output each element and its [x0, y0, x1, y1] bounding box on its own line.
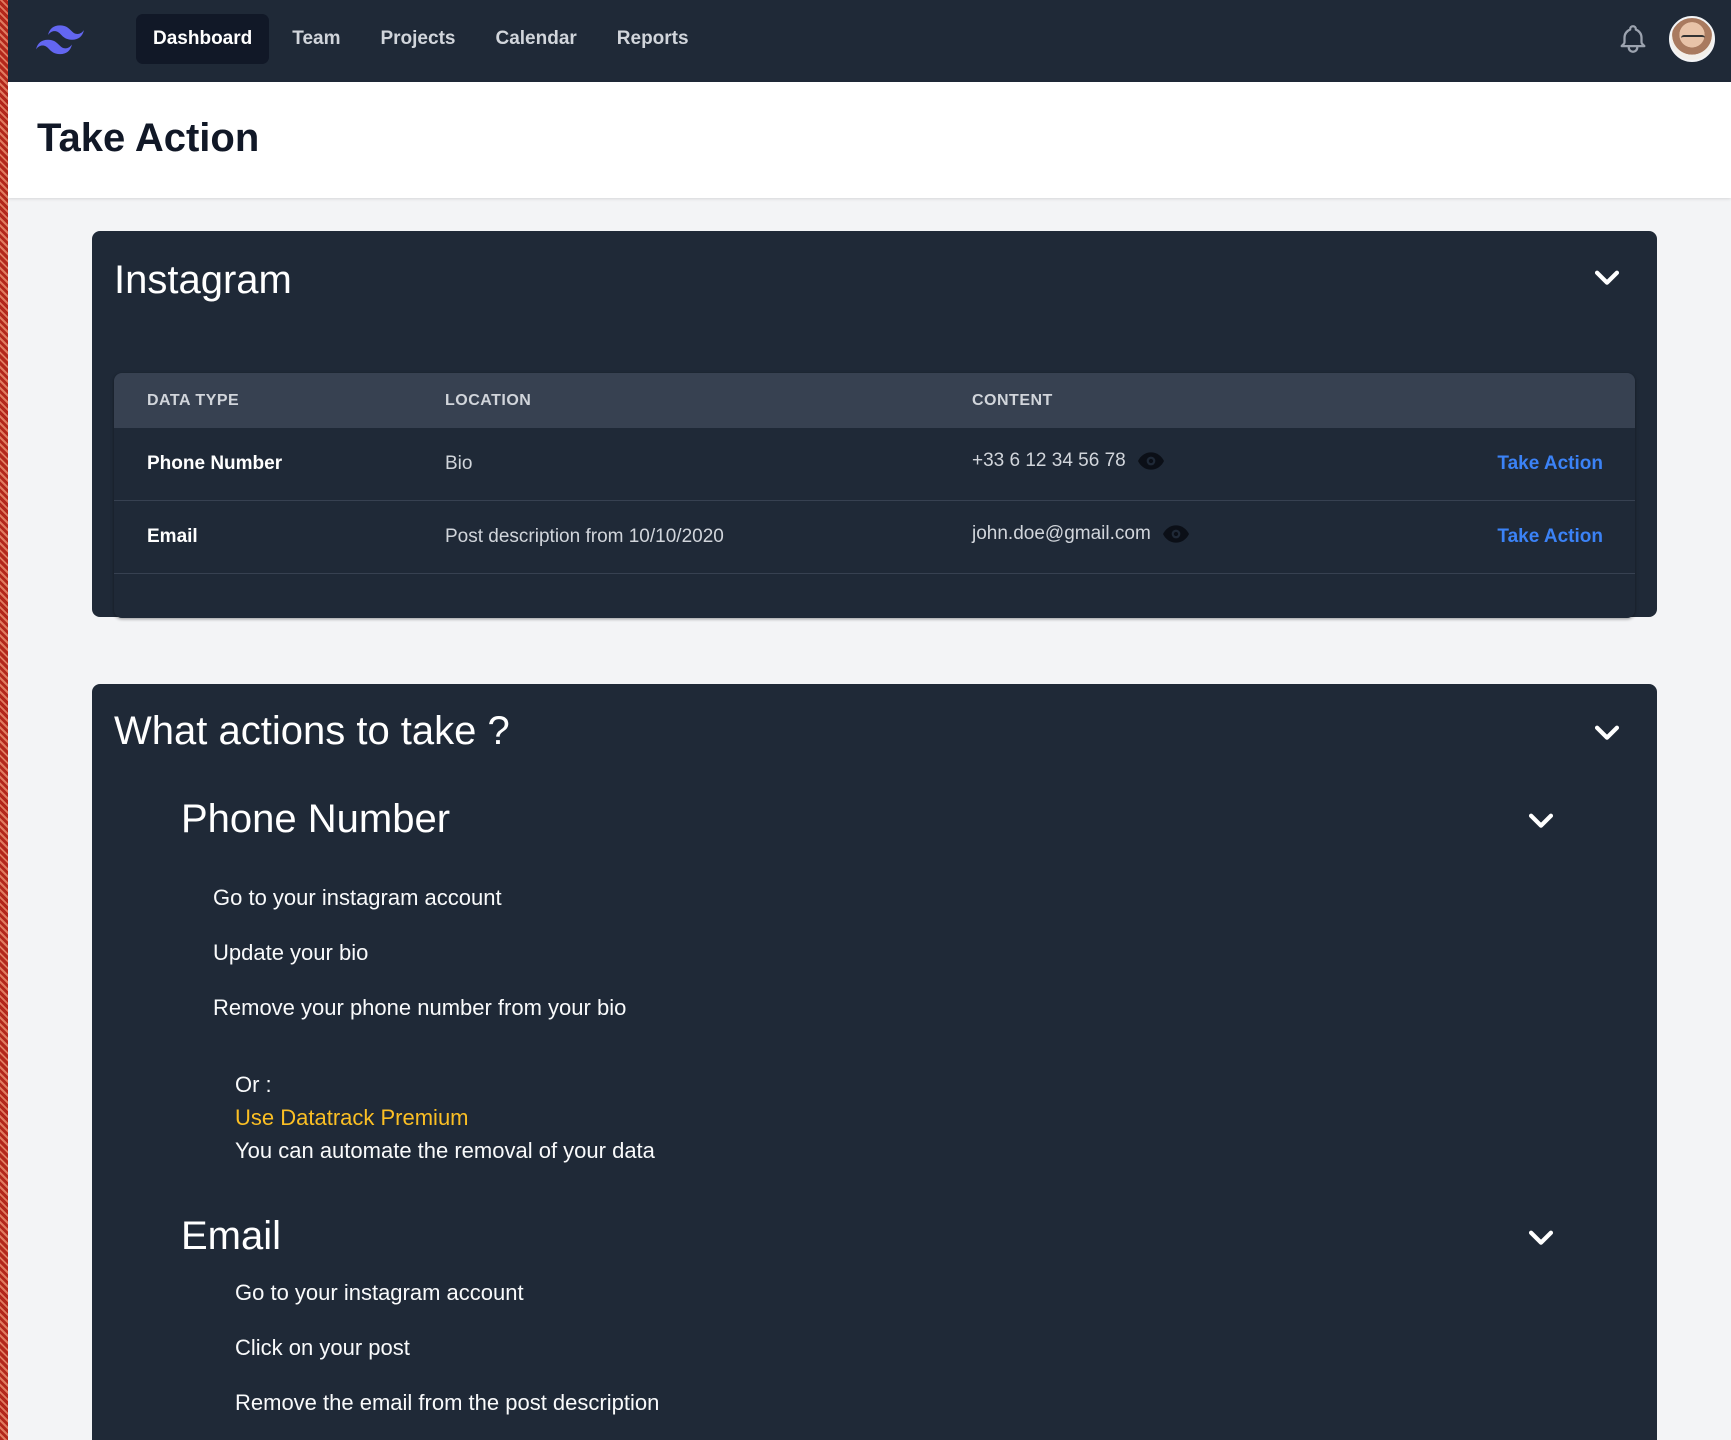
window-edge-strip: [0, 0, 8, 1440]
nav-links: Dashboard Team Projects Calendar Reports: [136, 14, 706, 64]
table-row: Email Post description from 10/10/2020 j…: [114, 501, 1635, 574]
cell-data-type: Email: [147, 526, 198, 547]
cell-content: john.doe@gmail.com: [972, 523, 1189, 545]
or-label: Or :: [235, 1072, 272, 1097]
chevron-down-icon[interactable]: [1524, 803, 1558, 837]
column-header-data-type: DATA TYPE: [147, 392, 240, 409]
actions-card-title: What actions to take ?: [114, 709, 510, 753]
actions-card: What actions to take ? Phone Number Go t…: [92, 684, 1657, 1440]
cell-content-value: +33 6 12 34 56 78: [972, 450, 1126, 471]
cell-content-value: john.doe@gmail.com: [972, 523, 1151, 544]
cell-location: Bio: [445, 453, 473, 474]
premium-description: You can automate the removal of your dat…: [235, 1138, 655, 1163]
page: Dashboard Team Projects Calendar Reports…: [0, 0, 1731, 1440]
nav-link-calendar[interactable]: Calendar: [478, 14, 593, 64]
nav-link-projects[interactable]: Projects: [363, 14, 472, 64]
page-header: Take Action: [8, 82, 1731, 198]
cell-content: +33 6 12 34 56 78: [972, 450, 1164, 472]
user-avatar[interactable]: [1669, 16, 1715, 62]
column-header-location: LOCATION: [445, 392, 532, 409]
section-title-email: Email: [181, 1214, 282, 1258]
chevron-down-icon[interactable]: [1590, 715, 1624, 749]
top-navbar: Dashboard Team Projects Calendar Reports: [8, 0, 1731, 82]
nav-link-reports[interactable]: Reports: [600, 14, 706, 64]
datatrack-premium-link[interactable]: Use Datatrack Premium: [235, 1105, 469, 1131]
cell-data-type: Phone Number: [147, 453, 283, 474]
step-item: Go to your instagram account: [235, 1280, 524, 1305]
section-title-phone-number: Phone Number: [181, 797, 451, 841]
step-item: Click on your post: [235, 1335, 410, 1360]
table-header: DATA TYPE LOCATION CONTENT: [114, 373, 1635, 428]
take-action-link[interactable]: Take Action: [1497, 526, 1603, 548]
cell-location: Post description from 10/10/2020: [445, 526, 724, 547]
step-item: Update your bio: [213, 940, 369, 965]
bell-icon[interactable]: [1616, 22, 1650, 56]
column-header-content: CONTENT: [972, 392, 1053, 409]
chevron-down-icon[interactable]: [1524, 1220, 1558, 1254]
instagram-card: Instagram DATA TYPE LOCATION CONTENT Pho…: [92, 231, 1657, 618]
take-action-link[interactable]: Take Action: [1497, 453, 1603, 475]
logo-icon[interactable]: [36, 22, 84, 58]
table-row: Phone Number Bio +33 6 12 34 56 78 Take …: [114, 428, 1635, 501]
step-item: Go to your instagram account: [213, 885, 502, 910]
instagram-card-title: Instagram: [114, 258, 292, 302]
chevron-down-icon[interactable]: [1590, 260, 1624, 294]
nav-link-dashboard[interactable]: Dashboard: [136, 14, 270, 64]
step-item: Remove the email from the post descripti…: [235, 1390, 660, 1415]
eye-icon[interactable]: [1162, 525, 1189, 543]
nav-link-team[interactable]: Team: [275, 14, 357, 64]
eye-icon[interactable]: [1137, 452, 1164, 470]
page-title: Take Action: [37, 116, 260, 160]
data-table: DATA TYPE LOCATION CONTENT Phone Number …: [114, 373, 1635, 618]
step-item: Remove your phone number from your bio: [213, 995, 627, 1020]
